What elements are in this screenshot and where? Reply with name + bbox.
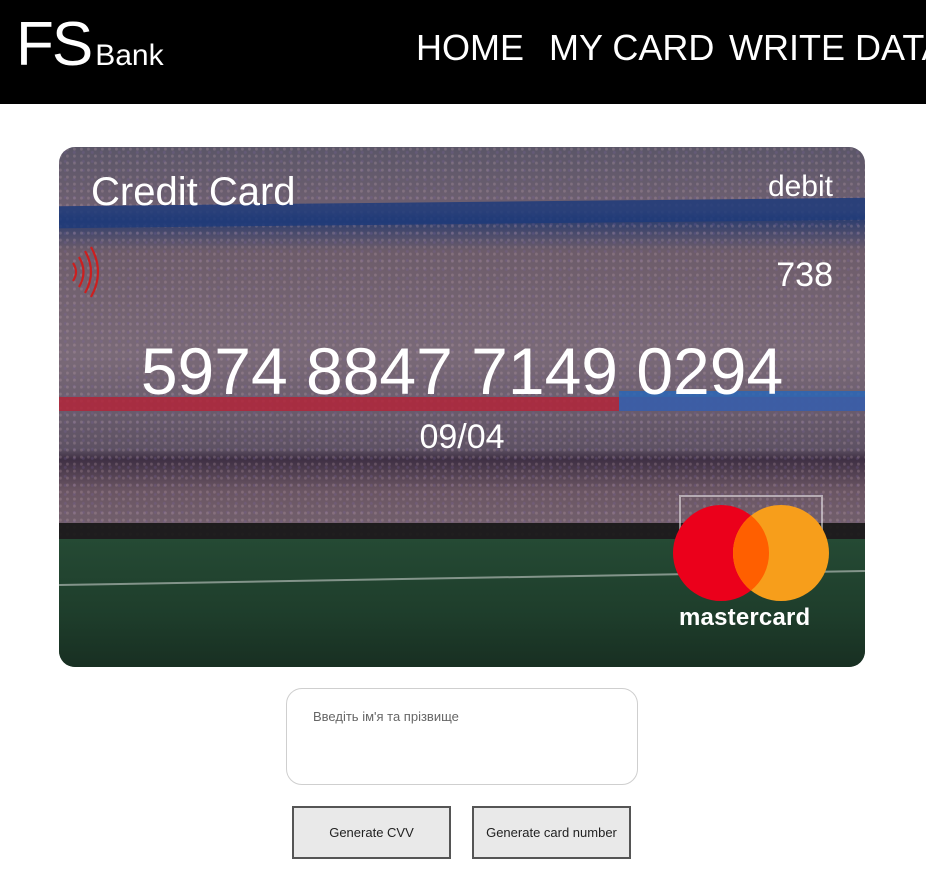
card-cvv: 738 bbox=[776, 256, 833, 294]
card-type-label: debit bbox=[767, 170, 833, 203]
logo-bank-text: Bank bbox=[95, 39, 164, 72]
generate-cvv-button[interactable]: Generate CVV bbox=[292, 806, 451, 859]
nav-home-link[interactable]: HOME bbox=[416, 28, 524, 68]
card-title: Credit Card bbox=[91, 170, 296, 214]
top-navbar: FS Bank HOME MY CARD WRITE DATA bbox=[0, 0, 926, 104]
card-expiry-date: 09/04 bbox=[419, 418, 505, 456]
mastercard-wordmark: mastercard bbox=[679, 604, 811, 631]
logo-fs-text: FS bbox=[16, 10, 93, 79]
full-name-input[interactable] bbox=[286, 688, 638, 785]
nav-write-data-link[interactable]: WRITE DATA bbox=[729, 28, 926, 68]
card-number: 5974 8847 7149 0294 bbox=[140, 334, 784, 408]
credit-card: Credit Card debit 738 5974 8847 7149 029… bbox=[59, 147, 865, 667]
nav-my-card-link[interactable]: MY CARD bbox=[549, 28, 714, 68]
nfc-contactless-icon bbox=[72, 246, 100, 298]
fsbank-logo[interactable]: FS Bank bbox=[16, 14, 164, 76]
generate-card-number-button[interactable]: Generate card number bbox=[472, 806, 631, 859]
